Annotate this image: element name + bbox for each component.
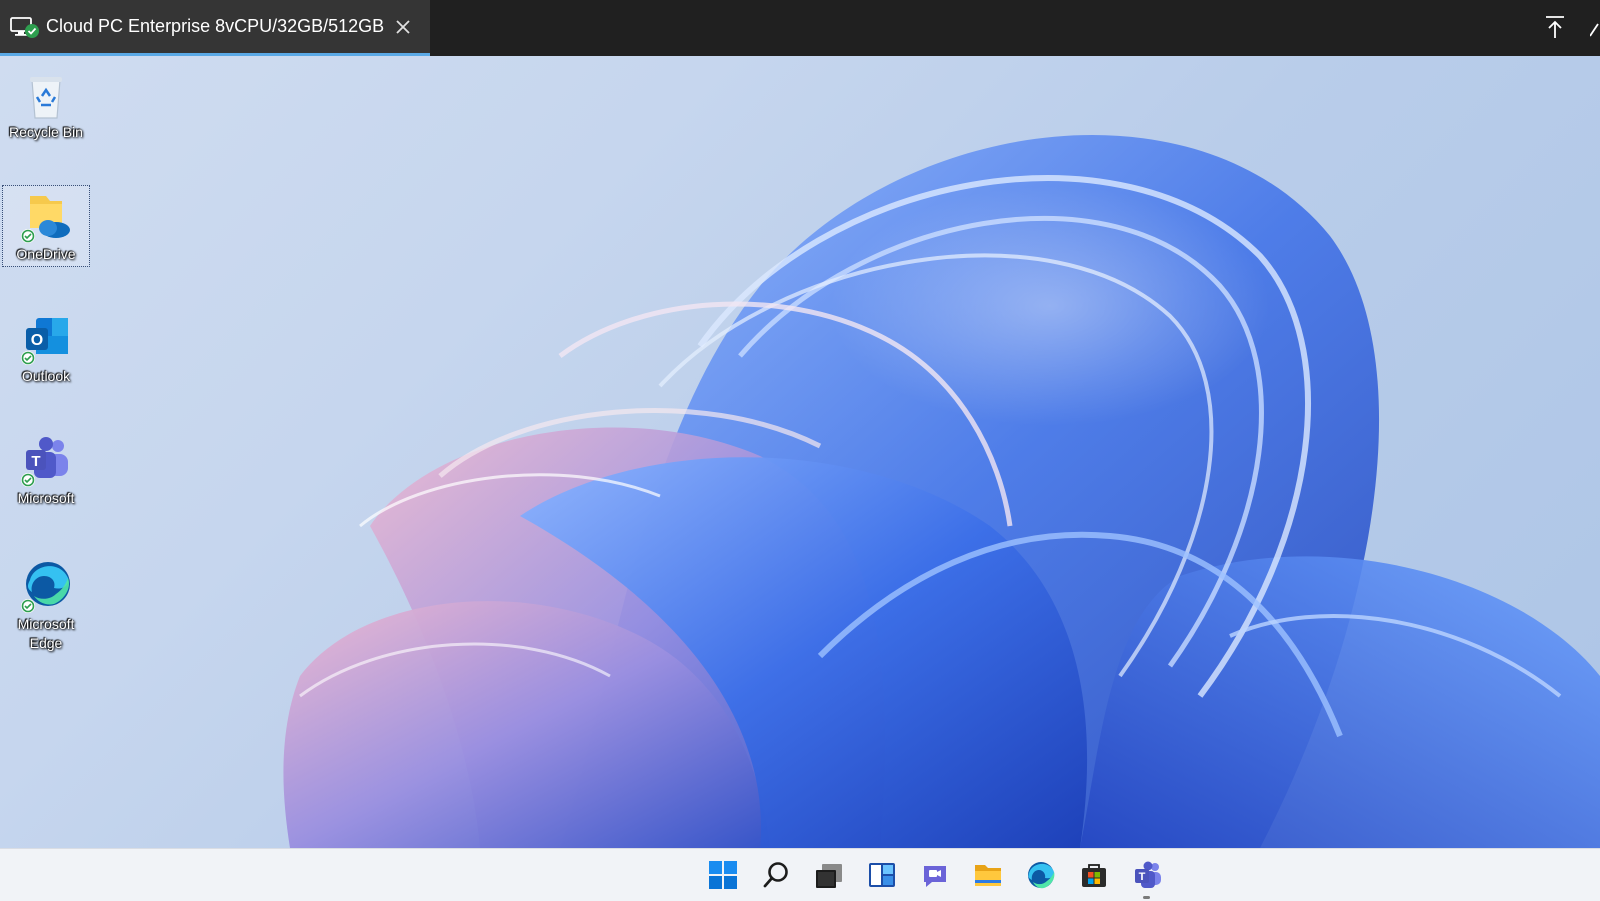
- desktop-icon-label: Recycle Bin: [9, 124, 83, 140]
- teams-icon[interactable]: T: [1120, 849, 1173, 901]
- monitor-check-icon: [10, 16, 40, 38]
- teams-icon: T: [21, 437, 68, 487]
- search-icon[interactable]: [749, 849, 802, 901]
- taskbar: T: [0, 848, 1600, 901]
- wallpaper-bloom: [283, 134, 1600, 848]
- recycle-bin-icon: [30, 77, 62, 119]
- task-view-icon[interactable]: [802, 849, 855, 901]
- desktop-icon-edge[interactable]: Microsoft Edge: [3, 552, 89, 653]
- desktop-icon-label: Outlook: [21, 368, 71, 384]
- taskbar-apps: T: [696, 849, 1173, 901]
- desktop-icon-label: Microsoft: [17, 490, 75, 506]
- svg-text:O: O: [31, 332, 43, 349]
- title-bar: Cloud PC Enterprise 8vCPU/32GB/512GB: [0, 0, 1600, 56]
- session-tab[interactable]: Cloud PC Enterprise 8vCPU/32GB/512GB: [0, 0, 430, 56]
- svg-text:T: T: [1138, 871, 1145, 883]
- file-explorer-icon[interactable]: [961, 849, 1014, 901]
- running-indicator: [1143, 896, 1150, 899]
- desktop-icon-recycle-bin[interactable]: Recycle Bin: [3, 64, 89, 142]
- pin-to-top-icon[interactable]: [1540, 12, 1570, 42]
- windows-start-icon[interactable]: [696, 849, 749, 901]
- session-title: Cloud PC Enterprise 8vCPU/32GB/512GB: [46, 16, 385, 36]
- desktop-icon-onedrive[interactable]: OneDrive: [2, 185, 90, 267]
- store-icon[interactable]: [1067, 849, 1120, 901]
- desktop-icon-label: Microsoft Edge: [17, 616, 75, 651]
- onedrive-folder-icon: [21, 196, 70, 243]
- edge-icon: [21, 562, 70, 613]
- widgets-icon[interactable]: [855, 849, 908, 901]
- outlook-icon: O: [21, 318, 68, 365]
- desktop-icon-label: OneDrive: [16, 246, 76, 262]
- close-icon[interactable]: [390, 14, 416, 40]
- desktop-icon-teams[interactable]: T Microsoft: [3, 430, 89, 508]
- svg-text:T: T: [31, 453, 40, 470]
- expand-icon[interactable]: [1590, 12, 1600, 42]
- edge-icon[interactable]: [1014, 849, 1067, 901]
- desktop[interactable]: Recycle Bin OneDrive O Outlook T Microso…: [0, 56, 1600, 848]
- chat-icon[interactable]: [908, 849, 961, 901]
- desktop-icon-outlook[interactable]: O Outlook: [3, 308, 89, 386]
